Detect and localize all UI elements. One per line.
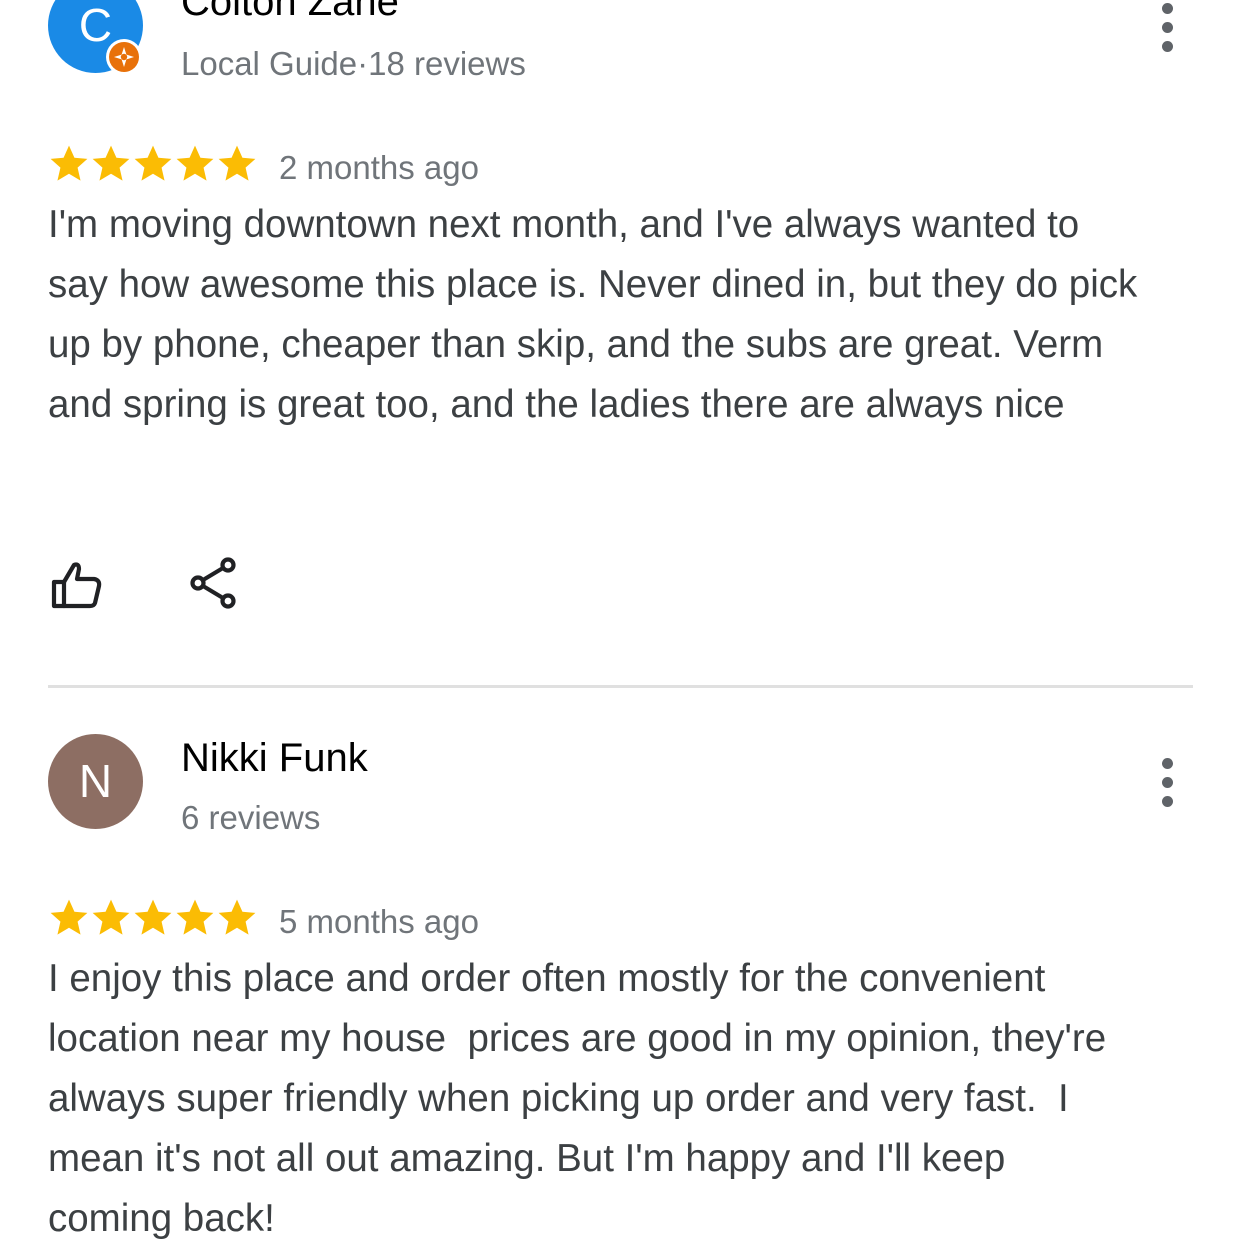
star-rating (48, 896, 258, 940)
reviewer-name[interactable]: Colton Zane (181, 0, 399, 25)
thumbs-up-icon[interactable] (46, 555, 106, 615)
star-icon (50, 899, 88, 935)
star-icon (92, 145, 130, 181)
star-rating (48, 142, 258, 186)
review-card: N Nikki Funk 6 reviews 5 months ago I en… (0, 700, 1241, 1241)
share-icon[interactable] (184, 553, 244, 613)
star-icon (176, 145, 214, 181)
reviewer-meta[interactable]: Local Guide·18 reviews (181, 45, 526, 83)
star-icon (218, 899, 256, 935)
reviewer-name[interactable]: Nikki Funk (181, 736, 368, 781)
local-guide-badge-icon (106, 39, 142, 75)
star-icon (176, 899, 214, 935)
star-icon (134, 899, 172, 935)
avatar-letter: N (78, 755, 113, 807)
more-vert-icon[interactable] (1150, 758, 1186, 808)
review-text: I'm moving downtown next month, and I've… (48, 203, 1148, 426)
review-date: 2 months ago (279, 149, 479, 186)
divider (48, 685, 1193, 688)
avatar-letter: C (78, 0, 113, 51)
star-icon (92, 899, 130, 935)
reviewer-meta[interactable]: 6 reviews (181, 799, 320, 837)
star-icon (134, 145, 172, 181)
star-icon (218, 145, 256, 181)
avatar[interactable]: N (48, 734, 143, 829)
review-date: 5 months ago (279, 903, 479, 940)
review-card: C Colton Zane Local Guide·18 reviews 2 m… (0, 0, 1241, 690)
star-icon (50, 145, 88, 181)
review-text: I enjoy this place and order often mostl… (48, 957, 1117, 1240)
more-vert-icon[interactable] (1150, 3, 1186, 53)
